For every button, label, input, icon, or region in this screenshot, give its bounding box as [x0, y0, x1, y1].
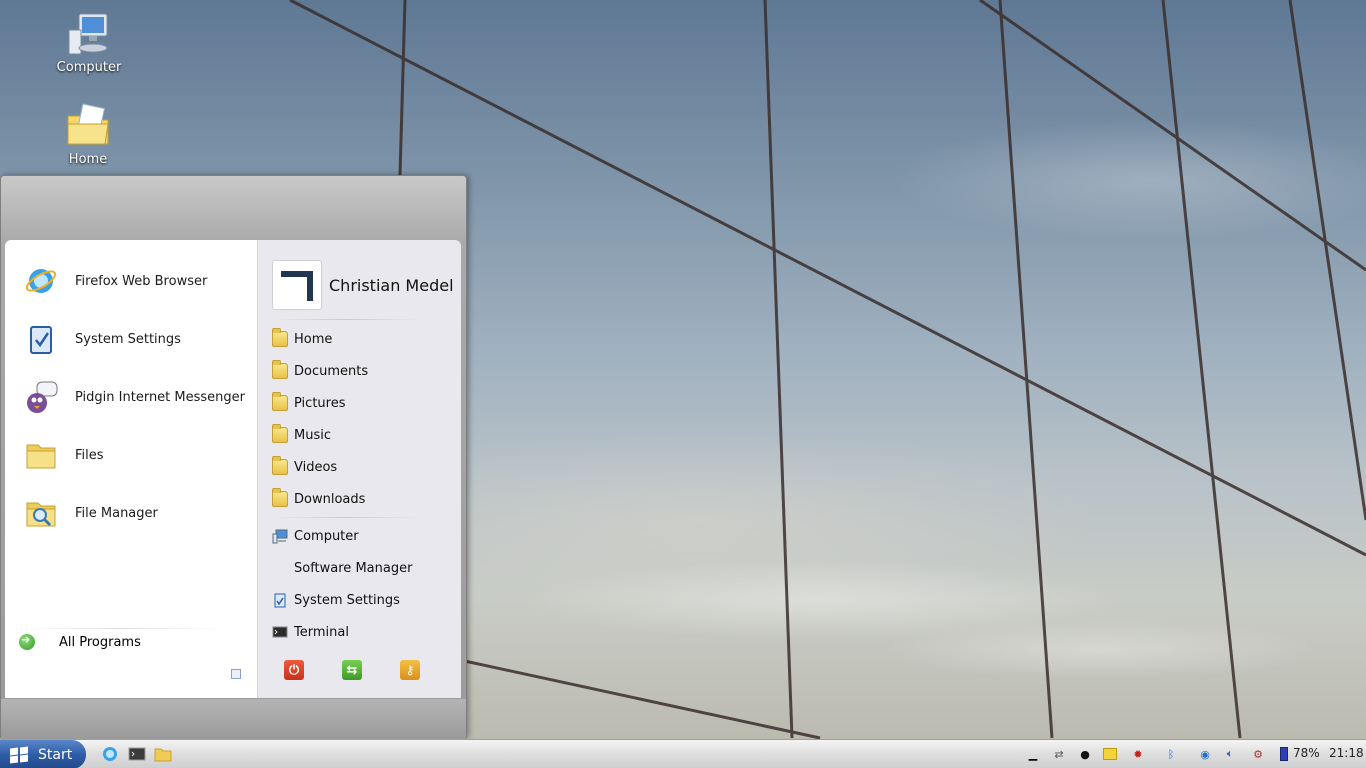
lock-button[interactable]: ⚷: [400, 660, 420, 680]
settings-icon: [23, 321, 59, 357]
start-button[interactable]: Start: [0, 740, 86, 768]
show-desktop-icon[interactable]: ▁: [1026, 746, 1040, 762]
start-menu-apps-pane: Firefox Web Browser System Settings Pidg…: [5, 240, 257, 698]
folder-icon: [23, 437, 59, 473]
system-label: Software Manager: [294, 560, 413, 576]
downloads-folder-icon: [272, 488, 288, 507]
music-folder-icon: [272, 424, 288, 443]
app-label: Pidgin Internet Messenger: [75, 389, 245, 405]
place-label: Home: [294, 331, 333, 347]
settings-icon: [272, 592, 288, 608]
place-pictures[interactable]: Pictures: [272, 391, 345, 415]
system-label: System Settings: [294, 592, 400, 608]
firefox-icon: [103, 747, 117, 761]
desktop-icon-label: Home: [68, 152, 108, 167]
videos-folder-icon: [272, 456, 288, 475]
start-menu: Firefox Web Browser System Settings Pidg…: [0, 175, 467, 739]
system-label: Terminal: [294, 624, 349, 640]
system-terminal[interactable]: Terminal: [272, 620, 349, 644]
desktop-icon-home[interactable]: Home: [48, 102, 128, 167]
battery-percentage[interactable]: 78%: [1293, 746, 1320, 760]
place-label: Downloads: [294, 491, 366, 507]
quick-launch-firefox[interactable]: [101, 745, 119, 763]
user-name[interactable]: Christian Medel: [329, 276, 454, 295]
arrow-right-icon: [19, 633, 35, 650]
computer-icon: [272, 528, 288, 544]
all-programs-label: All Programs: [59, 634, 141, 650]
place-label: Pictures: [294, 395, 346, 411]
home-folder-icon: [64, 102, 112, 150]
start-menu-places-pane: Christian Medel Home Documents Pictures …: [257, 240, 461, 698]
user-icon[interactable]: ●: [1078, 746, 1092, 762]
network-icon[interactable]: ⇄: [1052, 746, 1066, 762]
browser-tray-icon[interactable]: ◉: [1197, 746, 1213, 762]
place-home[interactable]: Home: [272, 327, 332, 351]
windows-flag-icon: [10, 745, 30, 764]
app-label: Firefox Web Browser: [75, 273, 208, 289]
system-settings[interactable]: System Settings: [272, 588, 400, 612]
software-manager-icon: [272, 560, 288, 576]
place-documents[interactable]: Documents: [272, 359, 368, 383]
firefox-icon: [23, 263, 59, 299]
avatar[interactable]: [272, 260, 322, 310]
notes-icon[interactable]: [1102, 746, 1118, 762]
pictures-folder-icon: [272, 392, 288, 411]
taskbar: Start ▁ ⇄ ● ✹ ᛒ ◉ 🔈︎ ⚙ 78% 21:18: [0, 739, 1366, 768]
folder-icon: [154, 748, 172, 762]
system-software-manager[interactable]: Software Manager: [272, 556, 412, 580]
quick-launch-terminal[interactable]: [128, 745, 146, 763]
file-manager-icon: [23, 495, 59, 531]
desktop-icon-label: Computer: [56, 60, 122, 75]
power-manager-icon[interactable]: ⚙: [1250, 746, 1266, 762]
desktop-icon-computer[interactable]: Computer: [49, 10, 129, 75]
start-label: Start: [38, 746, 73, 763]
app-pidgin[interactable]: Pidgin Internet Messenger: [23, 374, 249, 420]
app-firefox[interactable]: Firefox Web Browser: [23, 258, 249, 304]
switch-user-button[interactable]: ⇆: [342, 660, 362, 680]
computer-icon: [65, 10, 113, 58]
place-label: Videos: [294, 459, 338, 475]
separator: [272, 517, 420, 518]
battery-icon[interactable]: [1278, 746, 1290, 762]
clock[interactable]: 21:18: [1329, 746, 1364, 760]
bluetooth-icon[interactable]: ᛒ: [1164, 746, 1178, 762]
app-files[interactable]: Files: [23, 432, 249, 478]
volume-icon[interactable]: 🔈︎: [1222, 746, 1238, 762]
all-programs-button[interactable]: All Programs: [19, 633, 141, 650]
quick-launch-files[interactable]: [154, 745, 172, 763]
app-label: File Manager: [75, 505, 158, 521]
app-label: Files: [75, 447, 104, 463]
app-file-manager[interactable]: File Manager: [23, 490, 249, 536]
home-folder-icon: [272, 328, 288, 347]
system-computer[interactable]: Computer: [272, 524, 359, 548]
app-system-settings[interactable]: System Settings: [23, 316, 249, 362]
separator: [272, 319, 420, 320]
app-label: System Settings: [75, 331, 181, 347]
place-videos[interactable]: Videos: [272, 455, 337, 479]
documents-folder-icon: [272, 360, 288, 379]
shutdown-icon: ⏻: [288, 662, 300, 678]
place-label: Music: [294, 427, 331, 443]
shutdown-button[interactable]: ⏻: [284, 660, 304, 680]
search-icon[interactable]: [231, 669, 241, 679]
terminal-icon: [128, 747, 146, 761]
place-downloads[interactable]: Downloads: [272, 487, 365, 511]
lock-icon: ⚷: [405, 663, 415, 677]
start-menu-footer: [1, 699, 466, 739]
system-label: Computer: [294, 528, 359, 544]
place-music[interactable]: Music: [272, 423, 331, 447]
switch-user-icon: ⇆: [346, 662, 358, 678]
update-icon[interactable]: ✹: [1130, 746, 1146, 762]
terminal-icon: [272, 624, 288, 640]
pidgin-icon: [23, 379, 59, 415]
place-label: Documents: [294, 363, 369, 379]
separator: [19, 628, 225, 629]
